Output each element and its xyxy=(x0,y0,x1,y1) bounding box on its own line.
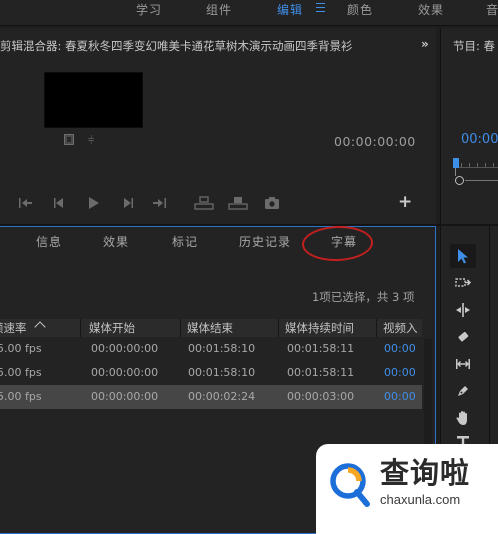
highlight-circle xyxy=(301,224,374,263)
playhead-line xyxy=(455,168,456,176)
ripple-edit-icon[interactable] xyxy=(450,298,476,322)
cell-duration: 00:01:58:11 xyxy=(287,366,355,379)
razor-icon[interactable] xyxy=(450,325,476,349)
hamburger-icon[interactable] xyxy=(316,3,325,12)
workspace-tab-audio[interactable]: 音 xyxy=(486,1,498,18)
cell-video-in[interactable]: 00:00 xyxy=(384,390,416,403)
cell-media-end: 00:01:58:10 xyxy=(188,342,256,355)
pen-icon[interactable] xyxy=(450,379,476,403)
drag-video-icon[interactable] xyxy=(64,134,74,145)
overwrite-icon[interactable] xyxy=(228,196,248,210)
tab-info[interactable]: 信息 xyxy=(36,233,62,250)
cell-duration: 00:01:58:11 xyxy=(287,342,355,355)
zoom-scroll-handle[interactable] xyxy=(455,176,464,185)
play-icon[interactable] xyxy=(86,196,100,210)
program-timecode[interactable]: 00:00 xyxy=(461,132,498,147)
playhead-marker[interactable] xyxy=(453,158,459,168)
drag-audio-icon[interactable]: ⫩ xyxy=(88,134,94,148)
workspace-tab-learning[interactable]: 学习 xyxy=(136,1,162,18)
cell-duration: 00:00:03:00 xyxy=(287,390,355,403)
source-monitor-title[interactable]: 剪辑混合器: 春夏秋冬四季变幻唯美卡通花草树木演示动画四季背景衫 xyxy=(0,38,405,54)
watermark-title: 查询啦 xyxy=(380,456,471,490)
mark-out-icon[interactable] xyxy=(152,196,168,210)
selection-arrow-icon[interactable] xyxy=(450,244,476,268)
cell-media-start: 00:00:00:00 xyxy=(91,366,159,379)
double-chevron-right-icon[interactable]: » xyxy=(421,37,429,51)
track-select-icon[interactable] xyxy=(450,271,476,295)
column-video-in[interactable]: 视频入 xyxy=(383,320,418,336)
cell-media-start: 00:00:00:00 xyxy=(91,390,159,403)
mark-in-icon[interactable] xyxy=(18,196,34,210)
insert-icon[interactable] xyxy=(194,196,214,210)
cell-media-start: 00:00:00:00 xyxy=(91,342,159,355)
cell-media-end: 00:01:58:10 xyxy=(188,366,256,379)
program-monitor-title[interactable]: 节目: 春 xyxy=(453,38,495,54)
zoom-scroll-bar[interactable] xyxy=(465,180,498,181)
column-media-start[interactable]: 媒体开始 xyxy=(89,320,135,336)
table-row[interactable]: 25.00 fps 00:00:00:00 00:01:58:10 00:01:… xyxy=(0,337,422,361)
cell-frame-rate: 25.00 fps xyxy=(0,366,42,379)
selection-status: 1项已选择，共 3 项 xyxy=(312,290,415,304)
tab-history[interactable]: 历史记录 xyxy=(239,233,291,250)
source-timecode[interactable]: 00:00:00:00 xyxy=(334,134,416,149)
table-row[interactable]: 25.00 fps 00:00:00:00 00:01:58:10 00:01:… xyxy=(0,361,422,385)
tab-markers[interactable]: 标记 xyxy=(172,233,198,250)
source-preview-frame xyxy=(44,72,143,128)
column-media-duration[interactable]: 媒体持续时间 xyxy=(285,320,354,336)
watermark-domain: chaxunla.com xyxy=(380,492,461,507)
column-frame-rate[interactable]: 帧速率 xyxy=(0,320,27,336)
source-monitor-panel: 剪辑混合器: 春夏秋冬四季变幻唯美卡通花草树木演示动画四季背景衫 » ⫩ 00:… xyxy=(0,28,436,224)
table-header: 帧速率 媒体开始 媒体结束 媒体持续时间 视频入 xyxy=(0,319,422,337)
camera-icon[interactable] xyxy=(264,196,280,210)
workspace-tab-effects[interactable]: 效果 xyxy=(418,1,444,18)
cell-video-in[interactable]: 00:00 xyxy=(384,366,416,379)
table-row-selected[interactable]: 25.00 fps 00:00:00:00 00:00:02:24 00:00:… xyxy=(0,385,422,409)
step-back-icon[interactable] xyxy=(52,196,66,210)
magnifier-logo-icon xyxy=(330,463,370,507)
column-media-end[interactable]: 媒体结束 xyxy=(187,320,233,336)
cell-frame-rate: 25.00 fps xyxy=(0,390,42,403)
cell-media-end: 00:00:02:24 xyxy=(188,390,256,403)
program-time-ruler[interactable] xyxy=(455,158,498,168)
cell-frame-rate: 25.00 fps xyxy=(0,342,42,355)
slip-icon[interactable] xyxy=(450,352,476,376)
program-monitor-panel: 节目: 春 00:00 xyxy=(440,28,498,224)
step-forward-icon[interactable] xyxy=(121,196,135,210)
workspace-tab-editing[interactable]: 编辑 xyxy=(277,1,303,18)
tab-effects[interactable]: 效果 xyxy=(103,233,129,250)
workspace-tab-assembly[interactable]: 组件 xyxy=(206,1,232,18)
cell-video-in[interactable]: 00:00 xyxy=(384,342,416,355)
hand-icon[interactable] xyxy=(450,406,476,430)
workspace-tab-color[interactable]: 颜色 xyxy=(347,1,373,18)
plus-icon[interactable]: + xyxy=(398,192,412,212)
workspace-bar: 学习 组件 编辑 颜色 效果 音 xyxy=(0,0,498,26)
watermark-badge: 查询啦 chaxunla.com xyxy=(316,444,498,534)
sort-ascending-icon[interactable] xyxy=(34,321,46,333)
